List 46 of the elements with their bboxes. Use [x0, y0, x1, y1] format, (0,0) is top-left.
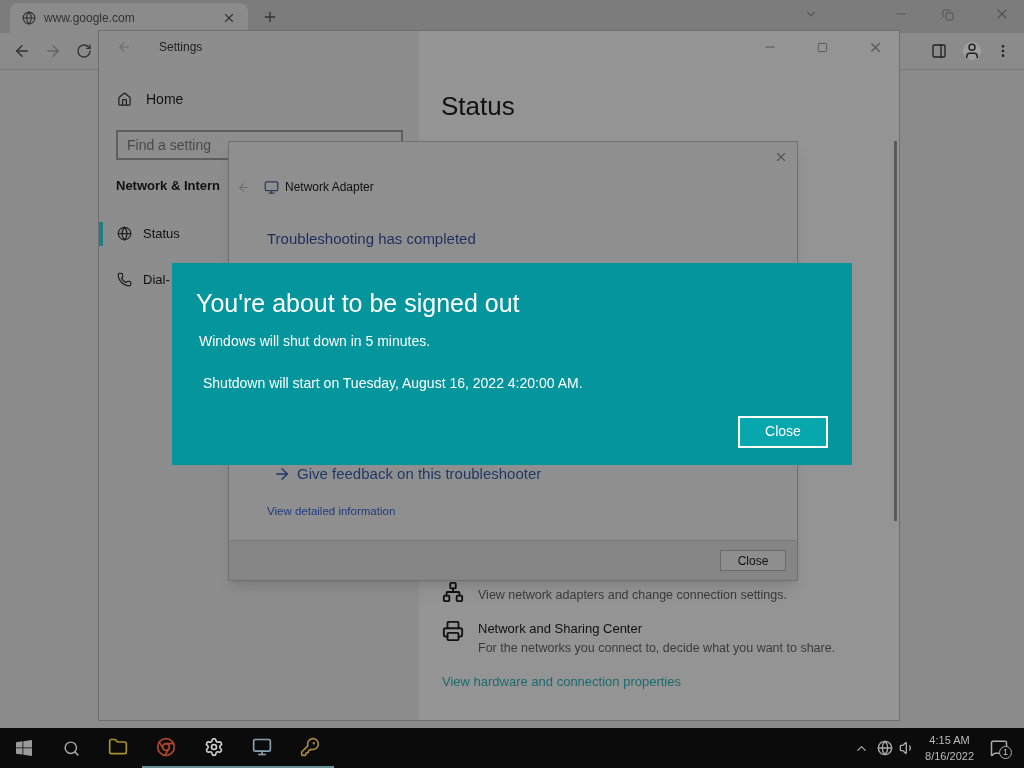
network-icon[interactable] [877, 740, 894, 756]
sidebar-item[interactable]: Status [99, 221, 180, 246]
profile-icon[interactable] [963, 42, 981, 60]
close-icon[interactable] [774, 150, 788, 164]
gear-icon [204, 737, 224, 757]
folder-icon [108, 737, 128, 757]
window-title: Settings [159, 39, 203, 56]
globe-icon [22, 11, 36, 25]
monitor-icon [252, 737, 272, 757]
close-icon[interactable] [222, 11, 236, 25]
new-tab-icon[interactable] [262, 9, 278, 25]
key-icon [300, 737, 320, 757]
close-button[interactable]: Close [738, 415, 828, 448]
printer-icon [442, 619, 464, 642]
feedback-link[interactable]: Give feedback on this troubleshooter [273, 462, 542, 485]
home-item[interactable]: Home [117, 89, 419, 110]
home-icon [117, 92, 132, 107]
close-button[interactable]: Close [720, 550, 786, 571]
browser-icon [156, 737, 176, 757]
tab-title: www.google.com [44, 10, 136, 27]
scrollbar[interactable] [894, 141, 897, 521]
sidebar-item[interactable]: Dial- [99, 267, 170, 292]
option-description: For the networks you connect to, decide what you want to share. [478, 640, 836, 658]
browser-tab[interactable]: www.google.com [10, 3, 248, 33]
network-icon [442, 581, 464, 603]
phone-icon [117, 272, 132, 287]
details-link[interactable]: View detailed information [267, 503, 396, 521]
section-title: Network & Intern [116, 177, 220, 195]
windows-logo-icon[interactable] [16, 740, 32, 756]
dialog-title: Network Adapter [285, 179, 374, 196]
maximize-icon[interactable] [817, 41, 828, 53]
notification-count: 1 [999, 746, 1012, 759]
banner-detail: Shutdown will start on Tuesday, August 16, 2022 4:20:00 AM. [203, 373, 583, 393]
side-panel-icon[interactable] [931, 43, 947, 59]
reload-icon[interactable] [76, 43, 92, 59]
banner-message: Windows will shut down in 5 minutes. [199, 331, 431, 351]
page-heading: Status [441, 90, 515, 123]
search-icon[interactable] [63, 739, 80, 757]
banner-title: You're about to be signed out [196, 288, 520, 319]
option-description: View network adapters and change connection settings. [478, 587, 787, 604]
globe-icon [117, 226, 132, 241]
notifications-icon[interactable] [990, 739, 1008, 757]
back-icon[interactable] [13, 42, 31, 60]
option-title[interactable]: Network and Sharing Center [478, 618, 836, 639]
clock[interactable]: 4:15 AM 8/16/2022 [925, 732, 974, 764]
dialog-heading: Troubleshooting has completed [267, 229, 476, 249]
